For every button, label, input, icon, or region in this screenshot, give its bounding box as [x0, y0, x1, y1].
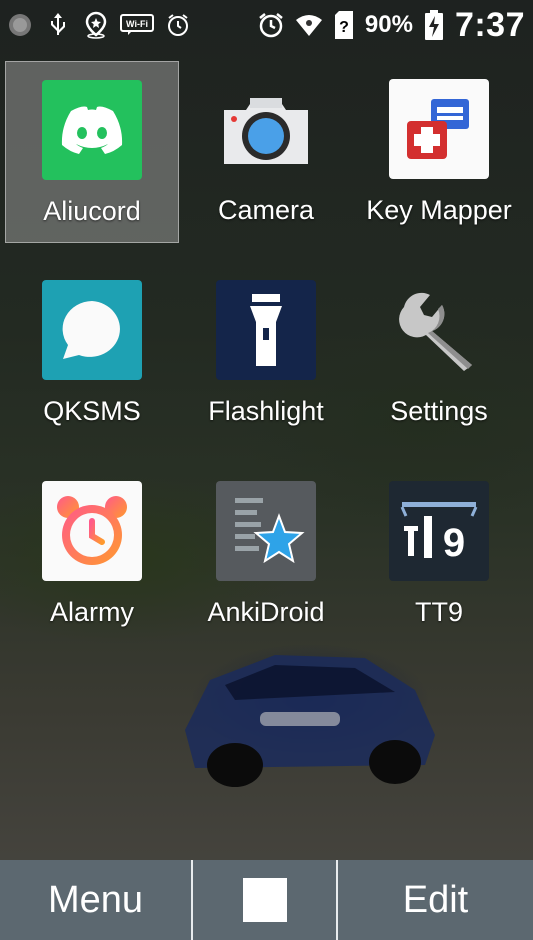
edit-button[interactable]: Edit	[338, 860, 533, 940]
svg-text:?: ?	[339, 19, 349, 36]
square-icon	[242, 878, 287, 922]
app-label: Flashlight	[208, 396, 324, 426]
battery-charging-icon	[423, 10, 445, 40]
wifi-signal-icon	[295, 11, 323, 39]
app-qksms[interactable]: QKSMS	[5, 262, 179, 444]
svg-text:9: 9	[443, 521, 465, 565]
notification-dot-icon	[6, 11, 34, 39]
app-flashlight[interactable]: Flashlight	[179, 262, 353, 444]
app-label: QKSMS	[43, 396, 141, 426]
wifi-label-text: Wi-Fi	[126, 19, 148, 29]
wrench-icon	[389, 280, 489, 380]
app-aliucord[interactable]: Aliucord	[5, 61, 179, 243]
app-key-mapper[interactable]: Key Mapper	[352, 61, 526, 243]
alarm-clock-icon	[42, 481, 142, 581]
app-settings[interactable]: Settings	[352, 262, 526, 444]
menu-button[interactable]: Menu	[0, 860, 193, 940]
anki-star-icon	[216, 481, 316, 581]
app-label: Aliucord	[43, 196, 141, 226]
soft-key-bar: Menu Edit	[0, 860, 533, 940]
status-bar: Wi-Fi ? 90% 7:37	[0, 0, 533, 50]
location-icon	[82, 11, 110, 39]
app-label: Alarmy	[49, 597, 134, 627]
app-label: TT9	[414, 597, 463, 627]
app-label: Camera	[217, 195, 315, 225]
sim-unknown-icon: ?	[333, 11, 355, 39]
center-select-button[interactable]	[193, 860, 338, 940]
clock-time: 7:37	[454, 5, 525, 44]
flashlight-icon	[216, 280, 316, 380]
chat-bubble-icon	[42, 280, 142, 380]
app-label: AnkiDroid	[207, 597, 325, 627]
app-label: Key Mapper	[366, 195, 512, 225]
battery-percentage: 90%	[364, 11, 413, 38]
app-label: Settings	[390, 396, 488, 426]
wifi-label-icon: Wi-Fi	[120, 11, 154, 39]
discord-icon	[42, 80, 142, 180]
usb-icon	[44, 11, 72, 39]
app-alarmy[interactable]: Alarmy	[5, 463, 179, 645]
camera-icon	[216, 79, 316, 179]
alarm-icon	[164, 11, 192, 39]
app-ankidroid[interactable]: AnkiDroid	[179, 463, 353, 645]
tt9-icon: 9	[389, 481, 489, 581]
key-mapper-icon	[389, 79, 489, 179]
rally-car-wallpaper-image	[185, 655, 435, 787]
alarm-clock-icon	[257, 11, 285, 39]
app-camera[interactable]: Camera	[179, 61, 353, 243]
app-tt9[interactable]: 9 TT9	[352, 463, 526, 645]
